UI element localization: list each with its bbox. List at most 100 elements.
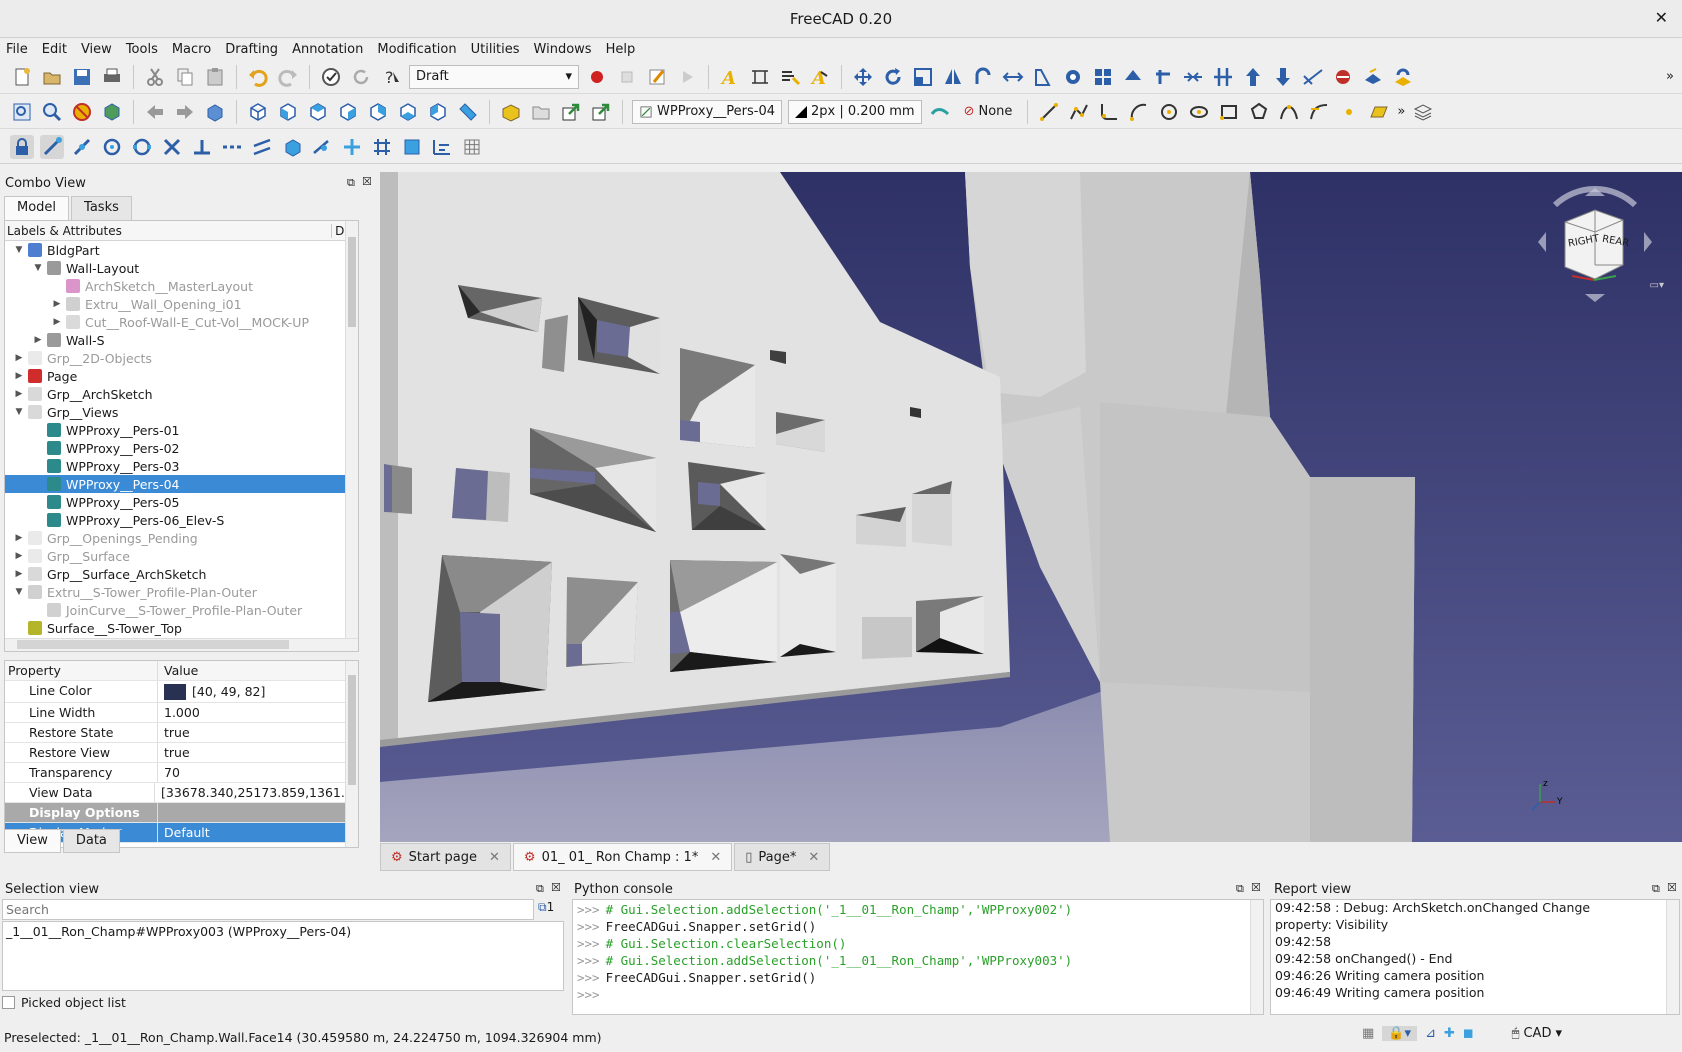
- wire-to-bspline-icon[interactable]: [1301, 65, 1325, 89]
- menu-macro[interactable]: Macro: [172, 42, 211, 57]
- tab-close-icon[interactable]: ✕: [710, 850, 721, 865]
- view-right-icon[interactable]: [336, 100, 360, 124]
- polyline-icon[interactable]: [1067, 100, 1091, 124]
- link-icon[interactable]: [559, 100, 583, 124]
- split-icon[interactable]: [1211, 65, 1235, 89]
- python-close-icon[interactable]: ☒: [1251, 881, 1261, 894]
- create-group-icon[interactable]: [529, 100, 553, 124]
- refresh-check-icon[interactable]: [319, 65, 343, 89]
- tree-row[interactable]: ▶ Grp__2D-Objects: [5, 349, 358, 367]
- snap-intersection-icon[interactable]: [160, 135, 184, 159]
- select-all-icon[interactable]: ⧉: [538, 900, 547, 914]
- property-value[interactable]: [40, 49, 82]: [157, 681, 271, 702]
- redo-icon[interactable]: [276, 65, 300, 89]
- save-icon[interactable]: [70, 65, 94, 89]
- report-undock-icon[interactable]: ⧉: [1652, 882, 1660, 896]
- snap-special-icon[interactable]: [280, 135, 304, 159]
- snap-angle-icon[interactable]: [130, 135, 154, 159]
- tree-row[interactable]: ▶ Extru__Wall_Opening_i01: [5, 295, 358, 313]
- text-icon[interactable]: A: [718, 65, 742, 89]
- apply-style-icon[interactable]: [928, 100, 952, 124]
- recompute-icon[interactable]: [349, 65, 373, 89]
- property-value[interactable]: true: [157, 723, 196, 742]
- tree-row[interactable]: ▼ Extru__S-Tower_Profile-Plan-Outer: [5, 583, 358, 601]
- line-icon[interactable]: [1037, 100, 1061, 124]
- tree-row[interactable]: JoinCurve__S-Tower_Profile-Plan-Outer: [5, 601, 358, 619]
- color-swatch[interactable]: [164, 683, 186, 700]
- expand-arrow-icon[interactable]: ▶: [51, 317, 63, 327]
- expand-arrow-icon[interactable]: ▶: [13, 533, 25, 543]
- working-plane-proxy-icon[interactable]: [1391, 65, 1415, 89]
- property-value[interactable]: [157, 803, 170, 822]
- polygon-icon[interactable]: [1247, 100, 1271, 124]
- property-row[interactable]: Transparency 70: [5, 763, 358, 783]
- menu-tools[interactable]: Tools: [126, 42, 158, 57]
- tree-row[interactable]: ArchSketch__MasterLayout: [5, 277, 358, 295]
- property-value[interactable]: true: [157, 743, 196, 762]
- expand-arrow-icon[interactable]: ▼: [32, 263, 44, 273]
- paste-icon[interactable]: [203, 65, 227, 89]
- macro-edit-icon[interactable]: [645, 65, 669, 89]
- navigation-cube[interactable]: RIGHT REAR ▭▾: [1530, 180, 1664, 310]
- tree-hscroll-thumb[interactable]: [17, 640, 289, 649]
- dimension-icon[interactable]: [748, 65, 772, 89]
- view-left-icon[interactable]: [426, 100, 450, 124]
- snap-endpoint-icon[interactable]: [40, 134, 64, 159]
- snap-dimensions-icon[interactable]: [430, 135, 454, 159]
- tab-close-icon[interactable]: ✕: [489, 850, 500, 865]
- property-scroll-thumb[interactable]: [348, 675, 356, 785]
- draw-style-icon[interactable]: [70, 100, 94, 124]
- undock-icon[interactable]: ⧉: [347, 176, 355, 190]
- status-snap-dimension-icon[interactable]: ⊿: [1425, 1026, 1436, 1041]
- new-document-icon[interactable]: [10, 65, 34, 89]
- panel-close-icon[interactable]: ☒: [362, 175, 372, 188]
- property-value[interactable]: 70: [157, 763, 186, 782]
- tab-model[interactable]: Model: [4, 196, 70, 220]
- bspline-icon[interactable]: [1277, 100, 1301, 124]
- expand-arrow-icon[interactable]: ▶: [13, 569, 25, 579]
- bezier-tools-icon[interactable]: [1307, 100, 1331, 124]
- 3d-viewport[interactable]: z Y RIGHT REAR ▭▾: [380, 172, 1682, 842]
- macro-record-icon[interactable]: [585, 65, 609, 89]
- bounding-box-icon[interactable]: [100, 100, 124, 124]
- property-row[interactable]: Line Color [40, 49, 82]: [5, 681, 358, 703]
- property-scrollbar[interactable]: [345, 661, 358, 847]
- property-value[interactable]: 1.000: [157, 703, 206, 722]
- tab-data[interactable]: Data: [62, 830, 120, 853]
- join-icon[interactable]: [1181, 65, 1205, 89]
- print-icon[interactable]: [100, 65, 124, 89]
- toolbar-overflow-icon[interactable]: »: [1666, 69, 1674, 84]
- selection-close-icon[interactable]: ☒: [551, 881, 561, 894]
- view-back-icon[interactable]: [143, 100, 167, 124]
- expand-arrow-icon[interactable]: ▶: [51, 299, 63, 309]
- navigation-style-selector[interactable]: 🖱 CAD ▾: [1512, 1026, 1562, 1041]
- tab-close-icon[interactable]: ✕: [808, 850, 819, 865]
- create-part-icon[interactable]: [499, 100, 523, 124]
- menu-file[interactable]: File: [6, 42, 28, 57]
- tree-row[interactable]: WPProxy__Pers-03: [5, 457, 358, 475]
- std-views-icon[interactable]: [203, 100, 227, 124]
- circle-icon[interactable]: [1157, 100, 1181, 124]
- picked-object-checkbox[interactable]: [2, 996, 15, 1009]
- snap-parallel-icon[interactable]: [250, 135, 274, 159]
- grid-array-icon[interactable]: [1091, 65, 1115, 89]
- nav-cube-menu-icon[interactable]: ▭▾: [1650, 280, 1664, 291]
- menu-edit[interactable]: Edit: [42, 42, 67, 57]
- menu-help[interactable]: Help: [606, 42, 636, 57]
- tree-row[interactable]: WPProxy__Pers-06_Elev-S: [5, 511, 358, 529]
- rotate-icon[interactable]: [881, 65, 905, 89]
- menu-annotation[interactable]: Annotation: [292, 42, 363, 57]
- tree-scroll-thumb[interactable]: [348, 237, 356, 327]
- tree-row[interactable]: ▼ Wall-Layout: [5, 259, 358, 277]
- tab-tasks[interactable]: Tasks: [71, 196, 132, 220]
- expand-arrow-icon[interactable]: ▶: [13, 389, 25, 399]
- whats-this-icon[interactable]: ?: [379, 65, 403, 89]
- clone-icon[interactable]: [1031, 65, 1055, 89]
- property-value[interactable]: [33678.340,25173.859,1361....: [154, 783, 358, 802]
- view-rear-icon[interactable]: [366, 100, 390, 124]
- stretch-icon[interactable]: [1001, 65, 1025, 89]
- macro-run-icon[interactable]: [675, 65, 699, 89]
- menu-windows[interactable]: Windows: [534, 42, 592, 57]
- menu-view[interactable]: View: [81, 42, 112, 57]
- tree-row[interactable]: ▶ Wall-S: [5, 331, 358, 349]
